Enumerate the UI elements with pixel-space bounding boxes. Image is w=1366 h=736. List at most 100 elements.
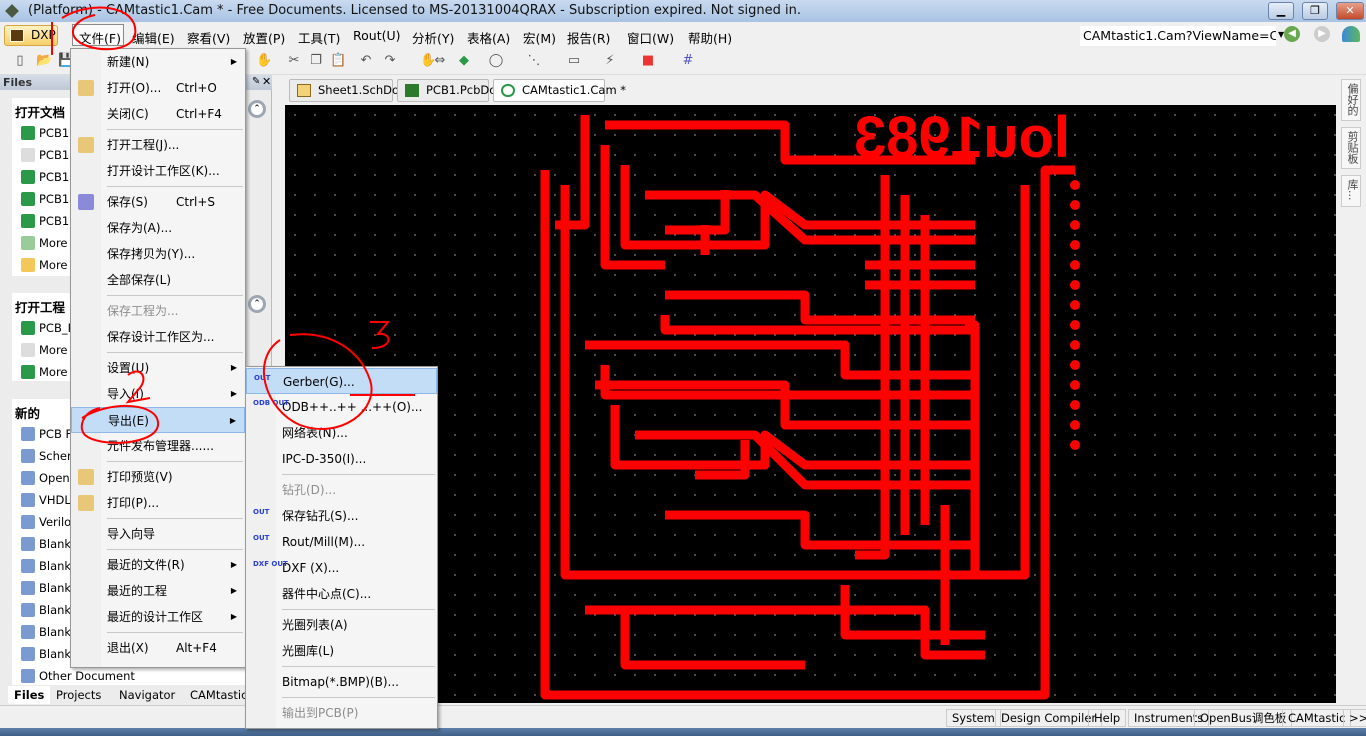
- pin-icon[interactable]: ✎: [252, 76, 260, 87]
- collapse-icon[interactable]: ⌃: [248, 295, 266, 313]
- menu-item-u[interactable]: 设置(U) ▶: [71, 355, 245, 381]
- menu-9[interactable]: 报告(R): [567, 28, 610, 47]
- menu-item-c[interactable]: 关闭(C) Ctrl+F4: [71, 101, 245, 127]
- home-icon[interactable]: [1342, 26, 1360, 42]
- status-button-design-compiler[interactable]: Design Compiler: [995, 709, 1103, 727]
- file-icon: [21, 126, 35, 140]
- status-button-system[interactable]: System: [946, 709, 1001, 727]
- menu-10[interactable]: 窗口(W): [627, 28, 674, 47]
- redo-icon[interactable]: ↷: [382, 53, 398, 69]
- menu-6[interactable]: 分析(Y): [412, 28, 454, 47]
- pad-icon[interactable]: ■: [640, 53, 656, 69]
- menu-item-item[interactable]: 最近的设计工作区 ▶: [71, 604, 245, 630]
- menu-item-i[interactable]: 导入(I) ▶: [71, 381, 245, 407]
- open-folder-icon[interactable]: 📂: [36, 53, 52, 69]
- menu-item-label: 全部保存(L): [107, 273, 172, 287]
- paste-icon[interactable]: 📋: [330, 53, 346, 69]
- hand-icon[interactable]: ✋: [256, 53, 272, 69]
- menu-2[interactable]: 察看(V): [187, 28, 230, 47]
- close-button[interactable]: ✕: [1336, 2, 1364, 20]
- shortcut: Alt+F4: [176, 641, 217, 655]
- menu-item-y[interactable]: 保存拷贝为(Y)...: [71, 241, 245, 267]
- tab-files[interactable]: Files: [8, 686, 51, 704]
- dxp-button[interactable]: DXP: [4, 25, 58, 46]
- tab-sheet1-schdoc[interactable]: Sheet1.SchDoc: [289, 79, 405, 102]
- menu-3[interactable]: 放置(P): [243, 28, 285, 47]
- forward-icon[interactable]: ▶: [1314, 26, 1330, 42]
- grid-icon[interactable]: #: [680, 53, 696, 69]
- cut-icon[interactable]: ✂: [286, 53, 302, 69]
- menu-item-n[interactable]: 网络表(N)...: [246, 420, 437, 446]
- net-icon[interactable]: ⋱: [526, 53, 542, 69]
- copy-icon[interactable]: ❐: [308, 53, 324, 69]
- menu-item-rout-mill-m[interactable]: OUT Rout/Mill(M)...: [246, 529, 437, 555]
- menu-11[interactable]: 帮助(H): [688, 28, 732, 47]
- menu-item-s[interactable]: 保存(S) Ctrl+S: [71, 189, 245, 215]
- menu-item-pcb-p: 输出到PCB(P): [246, 700, 437, 726]
- tab-clipboard[interactable]: 剪贴板: [1341, 127, 1361, 169]
- menu-item-odb-o[interactable]: ODB OUT ODB++..++ ...++(O)...: [246, 394, 437, 420]
- layer-icon[interactable]: ◆: [456, 53, 472, 69]
- arc-icon[interactable]: ◯: [488, 53, 504, 69]
- menu-4[interactable]: 工具(T): [298, 28, 340, 47]
- tab-navigator[interactable]: Navigator: [113, 686, 181, 704]
- pcb-traces: [540, 115, 1075, 700]
- shortcut: Ctrl+S: [176, 195, 216, 209]
- menu-item-bitmap-bmp-b[interactable]: Bitmap(*.BMP)(B)...: [246, 669, 437, 695]
- status-button-openbus[interactable]: OpenBus调色板: [1194, 709, 1293, 727]
- menu-item-item[interactable]: 元件发布管理器......: [71, 433, 245, 459]
- menu-item-o[interactable]: 打开(O)... Ctrl+O: [71, 75, 245, 101]
- file-icon: [21, 148, 35, 162]
- status-button-help[interactable]: Help: [1088, 709, 1127, 727]
- menu-item-item[interactable]: 最近的工程 ▶: [71, 578, 245, 604]
- undo-icon[interactable]: ↶: [358, 53, 374, 69]
- file-icon: [21, 515, 35, 529]
- status-button-camtastic[interactable]: CAMtastic: [1282, 709, 1352, 727]
- tab-pcb1-pcbdoc[interactable]: PCB1.PcbDoc: [397, 79, 503, 102]
- menu-item-l[interactable]: 光圈库(L): [246, 638, 437, 664]
- minimize-button[interactable]: ▁: [1268, 2, 1294, 20]
- menu-item-e[interactable]: 导出(E) ▶: [71, 407, 245, 433]
- menu-item-p[interactable]: 打印(P)...: [71, 490, 245, 516]
- menu-item-x[interactable]: 退出(X) Alt+F4: [71, 635, 245, 661]
- menu-item-label: ODB++..++ ...++(O)...: [282, 400, 423, 414]
- tab-favorites[interactable]: 偏好的: [1341, 79, 1361, 121]
- menu-item-s[interactable]: OUT 保存钻孔(S)...: [246, 503, 437, 529]
- menu-item-j[interactable]: 打开工程(J)...: [71, 132, 245, 158]
- menu-item-k[interactable]: 打开设计工作区(K)...: [71, 158, 245, 184]
- menu-item-v[interactable]: 打印预览(V): [71, 464, 245, 490]
- back-icon[interactable]: ◀: [1284, 26, 1300, 42]
- pcb-canvas[interactable]: lou1983: [285, 105, 1336, 703]
- menu-item-r[interactable]: 最近的文件(R) ▶: [71, 552, 245, 578]
- close-icon[interactable]: ✕: [262, 75, 271, 88]
- menu-1[interactable]: 编辑(E): [132, 28, 175, 47]
- tab-projects[interactable]: Projects: [50, 686, 107, 704]
- new-file-icon[interactable]: ▯: [12, 53, 28, 69]
- menu-item-dxf-x[interactable]: DXF OUT DXF (X)...: [246, 555, 437, 581]
- tab-camtastic1-cam[interactable]: CAMtastic1.Cam *: [493, 79, 626, 102]
- menu-item-l[interactable]: 全部保存(L): [71, 267, 245, 293]
- menu-item-a[interactable]: 光圈列表(A): [246, 612, 437, 638]
- tab-libraries[interactable]: 库...: [1341, 175, 1361, 207]
- list-item[interactable]: Other Document: [12, 665, 246, 687]
- probe-icon[interactable]: ⚡: [602, 53, 618, 69]
- menu-5[interactable]: Rout(U): [353, 28, 401, 43]
- menu-item-ipc-d-350-i[interactable]: IPC-D-350(I)...: [246, 446, 437, 472]
- tab-camtastic[interactable]: CAMtastic: [184, 686, 253, 704]
- menu-item-a[interactable]: 保存为(A)...: [71, 215, 245, 241]
- menu-item-n[interactable]: 新建(N) ▶: [71, 49, 245, 75]
- menu-0[interactable]: 文件(F): [79, 28, 121, 47]
- menu-item-c[interactable]: 器件中心点(C)...: [246, 581, 437, 607]
- menu-item-item[interactable]: 保存设计工作区为...: [71, 324, 245, 350]
- menu-7[interactable]: 表格(A): [467, 28, 510, 47]
- menu-item-gerber-g[interactable]: OUT Gerber(G)...: [246, 368, 437, 394]
- view-name-combo[interactable]: CAMtastic1.Cam?ViewName=C: [1080, 26, 1276, 46]
- rect-icon[interactable]: ▭: [566, 53, 582, 69]
- collapse-icon[interactable]: ⌃: [248, 100, 266, 118]
- status-button-item[interactable]: >>: [1343, 709, 1366, 727]
- menu-item-item[interactable]: 导入向导: [71, 521, 245, 547]
- restore-button[interactable]: ❐: [1302, 2, 1328, 20]
- measure-icon[interactable]: ⇔: [432, 53, 448, 69]
- menu-8[interactable]: 宏(M): [523, 28, 556, 47]
- file-icon: [21, 669, 35, 683]
